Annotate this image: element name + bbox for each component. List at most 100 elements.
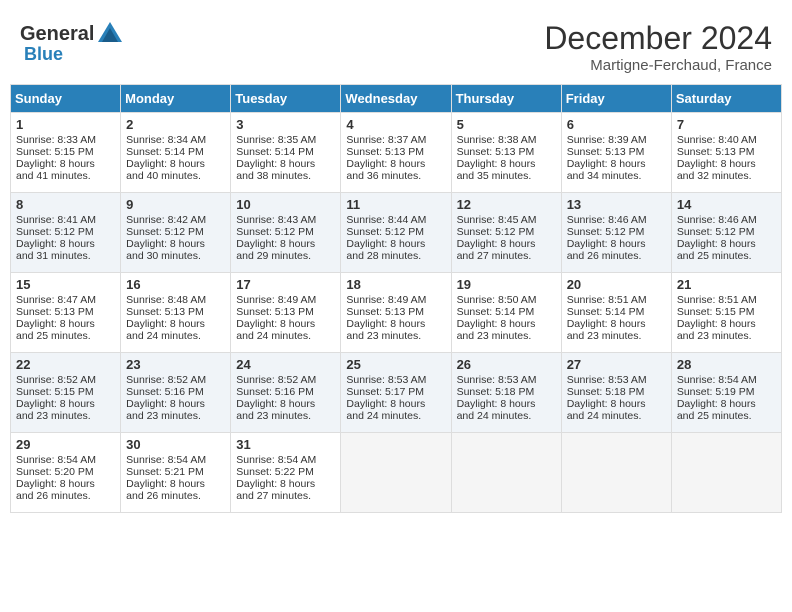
sunset-text: Sunset: 5:14 PM xyxy=(457,306,535,318)
sunrise-text: Sunrise: 8:37 AM xyxy=(346,134,426,146)
calendar-header-row: Sunday Monday Tuesday Wednesday Thursday… xyxy=(11,85,782,113)
daylight-text: Daylight: 8 hours and 24 minutes. xyxy=(457,398,536,422)
sunset-text: Sunset: 5:13 PM xyxy=(457,146,535,158)
table-row: 4Sunrise: 8:37 AMSunset: 5:13 PMDaylight… xyxy=(341,113,451,193)
day-number: 16 xyxy=(126,277,225,292)
table-row: 29Sunrise: 8:54 AMSunset: 5:20 PMDayligh… xyxy=(11,433,121,513)
table-row: 12 Sunrise: 8:45 AMSunset: 5:12 PMDayligh… xyxy=(451,193,561,273)
day-number: 1 xyxy=(16,117,115,132)
daylight-text: Daylight: 8 hours and 35 minutes. xyxy=(457,158,536,182)
sunset-text: Sunset: 5:15 PM xyxy=(16,386,94,398)
daylight-text: Daylight: 8 hours and 23 minutes. xyxy=(236,398,315,422)
calendar-row: 22Sunrise: 8:52 AMSunset: 5:15 PMDayligh… xyxy=(11,353,782,433)
logo-general-text: General xyxy=(20,23,94,46)
sunset-text: Sunset: 5:12 PM xyxy=(567,226,645,238)
sunset-text: Sunset: 5:13 PM xyxy=(567,146,645,158)
daylight-text: Daylight: 8 hours and 38 minutes. xyxy=(236,158,315,182)
page-header: General Blue December 2024 Martigne-Ferc… xyxy=(10,10,782,79)
sunrise-text: Sunrise: 8:52 AM xyxy=(236,374,316,386)
daylight-text: Daylight: 8 hours and 30 minutes. xyxy=(126,238,205,262)
col-saturday: Saturday xyxy=(671,85,781,113)
table-row: 27Sunrise: 8:53 AMSunset: 5:18 PMDayligh… xyxy=(561,353,671,433)
table-row: 6Sunrise: 8:39 AMSunset: 5:13 PMDaylight… xyxy=(561,113,671,193)
sunset-text: Sunset: 5:13 PM xyxy=(16,306,94,318)
table-row: 1Sunrise: 8:33 AMSunset: 5:15 PMDaylight… xyxy=(11,113,121,193)
table-row xyxy=(341,433,451,513)
title-section: December 2024 Martigne-Ferchaud, France xyxy=(544,20,772,74)
table-row: 3Sunrise: 8:35 AMSunset: 5:14 PMDaylight… xyxy=(231,113,341,193)
day-number: 25 xyxy=(346,357,445,372)
sunrise-text: Sunrise: 8:52 AM xyxy=(16,374,96,386)
sunrise-text: Sunrise: 8:35 AM xyxy=(236,134,316,146)
sunset-text: Sunset: 5:12 PM xyxy=(236,226,314,238)
col-thursday: Thursday xyxy=(451,85,561,113)
table-row: 20Sunrise: 8:51 AMSunset: 5:14 PMDayligh… xyxy=(561,273,671,353)
daylight-text: Daylight: 8 hours and 23 minutes. xyxy=(677,318,756,342)
col-monday: Monday xyxy=(121,85,231,113)
day-number: 27 xyxy=(567,357,666,372)
sunset-text: Sunset: 5:16 PM xyxy=(236,386,314,398)
daylight-text: Daylight: 8 hours and 23 minutes. xyxy=(126,398,205,422)
sunset-text: Sunset: 5:12 PM xyxy=(16,226,94,238)
table-row: 26Sunrise: 8:53 AMSunset: 5:18 PMDayligh… xyxy=(451,353,561,433)
day-number: 20 xyxy=(567,277,666,292)
sunrise-text: Sunrise: 8:39 AM xyxy=(567,134,647,146)
day-number: 14 xyxy=(677,197,776,212)
day-number: 30 xyxy=(126,437,225,452)
col-tuesday: Tuesday xyxy=(231,85,341,113)
sunset-text: Sunset: 5:19 PM xyxy=(677,386,755,398)
day-number: 9 xyxy=(126,197,225,212)
daylight-text: Daylight: 8 hours and 23 minutes. xyxy=(346,318,425,342)
col-sunday: Sunday xyxy=(11,85,121,113)
day-number: 4 xyxy=(346,117,445,132)
table-row: 19Sunrise: 8:50 AMSunset: 5:14 PMDayligh… xyxy=(451,273,561,353)
day-number: 21 xyxy=(677,277,776,292)
logo-icon xyxy=(96,20,124,48)
sunset-text: Sunset: 5:12 PM xyxy=(457,226,535,238)
daylight-text: Daylight: 8 hours and 31 minutes. xyxy=(16,238,95,262)
sunrise-text: Sunrise: 8:51 AM xyxy=(567,294,647,306)
day-number: 3 xyxy=(236,117,335,132)
day-number: 17 xyxy=(236,277,335,292)
sunset-text: Sunset: 5:18 PM xyxy=(457,386,535,398)
day-number: 12 xyxy=(457,197,556,212)
daylight-text: Daylight: 8 hours and 24 minutes. xyxy=(567,398,646,422)
sunrise-text: Sunrise: 8:51 AM xyxy=(677,294,757,306)
day-number: 8 xyxy=(16,197,115,212)
daylight-text: Daylight: 8 hours and 25 minutes. xyxy=(677,238,756,262)
sunrise-text: Sunrise: 8:52 AM xyxy=(126,374,206,386)
day-number: 10 xyxy=(236,197,335,212)
sunrise-text: Sunrise: 8:45 AM xyxy=(457,214,537,226)
sunrise-text: Sunrise: 8:34 AM xyxy=(126,134,206,146)
sunset-text: Sunset: 5:12 PM xyxy=(346,226,424,238)
day-number: 22 xyxy=(16,357,115,372)
calendar-row: 8Sunrise: 8:41 AMSunset: 5:12 PMDaylight… xyxy=(11,193,782,273)
table-row: 8Sunrise: 8:41 AMSunset: 5:12 PMDaylight… xyxy=(11,193,121,273)
sunrise-text: Sunrise: 8:43 AM xyxy=(236,214,316,226)
table-row xyxy=(451,433,561,513)
daylight-text: Daylight: 8 hours and 26 minutes. xyxy=(16,478,95,502)
sunset-text: Sunset: 5:13 PM xyxy=(346,146,424,158)
sunset-text: Sunset: 5:13 PM xyxy=(126,306,204,318)
daylight-text: Daylight: 8 hours and 24 minutes. xyxy=(236,318,315,342)
sunrise-text: Sunrise: 8:54 AM xyxy=(236,454,316,466)
sunrise-text: Sunrise: 8:44 AM xyxy=(346,214,426,226)
logo: General Blue xyxy=(20,20,124,65)
daylight-text: Daylight: 8 hours and 40 minutes. xyxy=(126,158,205,182)
calendar-row: 15Sunrise: 8:47 AMSunset: 5:13 PMDayligh… xyxy=(11,273,782,353)
sunrise-text: Sunrise: 8:33 AM xyxy=(16,134,96,146)
table-row: 15Sunrise: 8:47 AMSunset: 5:13 PMDayligh… xyxy=(11,273,121,353)
table-row: 25Sunrise: 8:53 AMSunset: 5:17 PMDayligh… xyxy=(341,353,451,433)
day-number: 19 xyxy=(457,277,556,292)
sunrise-text: Sunrise: 8:53 AM xyxy=(346,374,426,386)
day-number: 11 xyxy=(346,197,445,212)
table-row xyxy=(561,433,671,513)
table-row: 30Sunrise: 8:54 AMSunset: 5:21 PMDayligh… xyxy=(121,433,231,513)
daylight-text: Daylight: 8 hours and 25 minutes. xyxy=(677,398,756,422)
day-number: 23 xyxy=(126,357,225,372)
sunset-text: Sunset: 5:14 PM xyxy=(126,146,204,158)
daylight-text: Daylight: 8 hours and 27 minutes. xyxy=(457,238,536,262)
daylight-text: Daylight: 8 hours and 23 minutes. xyxy=(16,398,95,422)
calendar-table: Sunday Monday Tuesday Wednesday Thursday… xyxy=(10,84,782,513)
day-number: 6 xyxy=(567,117,666,132)
